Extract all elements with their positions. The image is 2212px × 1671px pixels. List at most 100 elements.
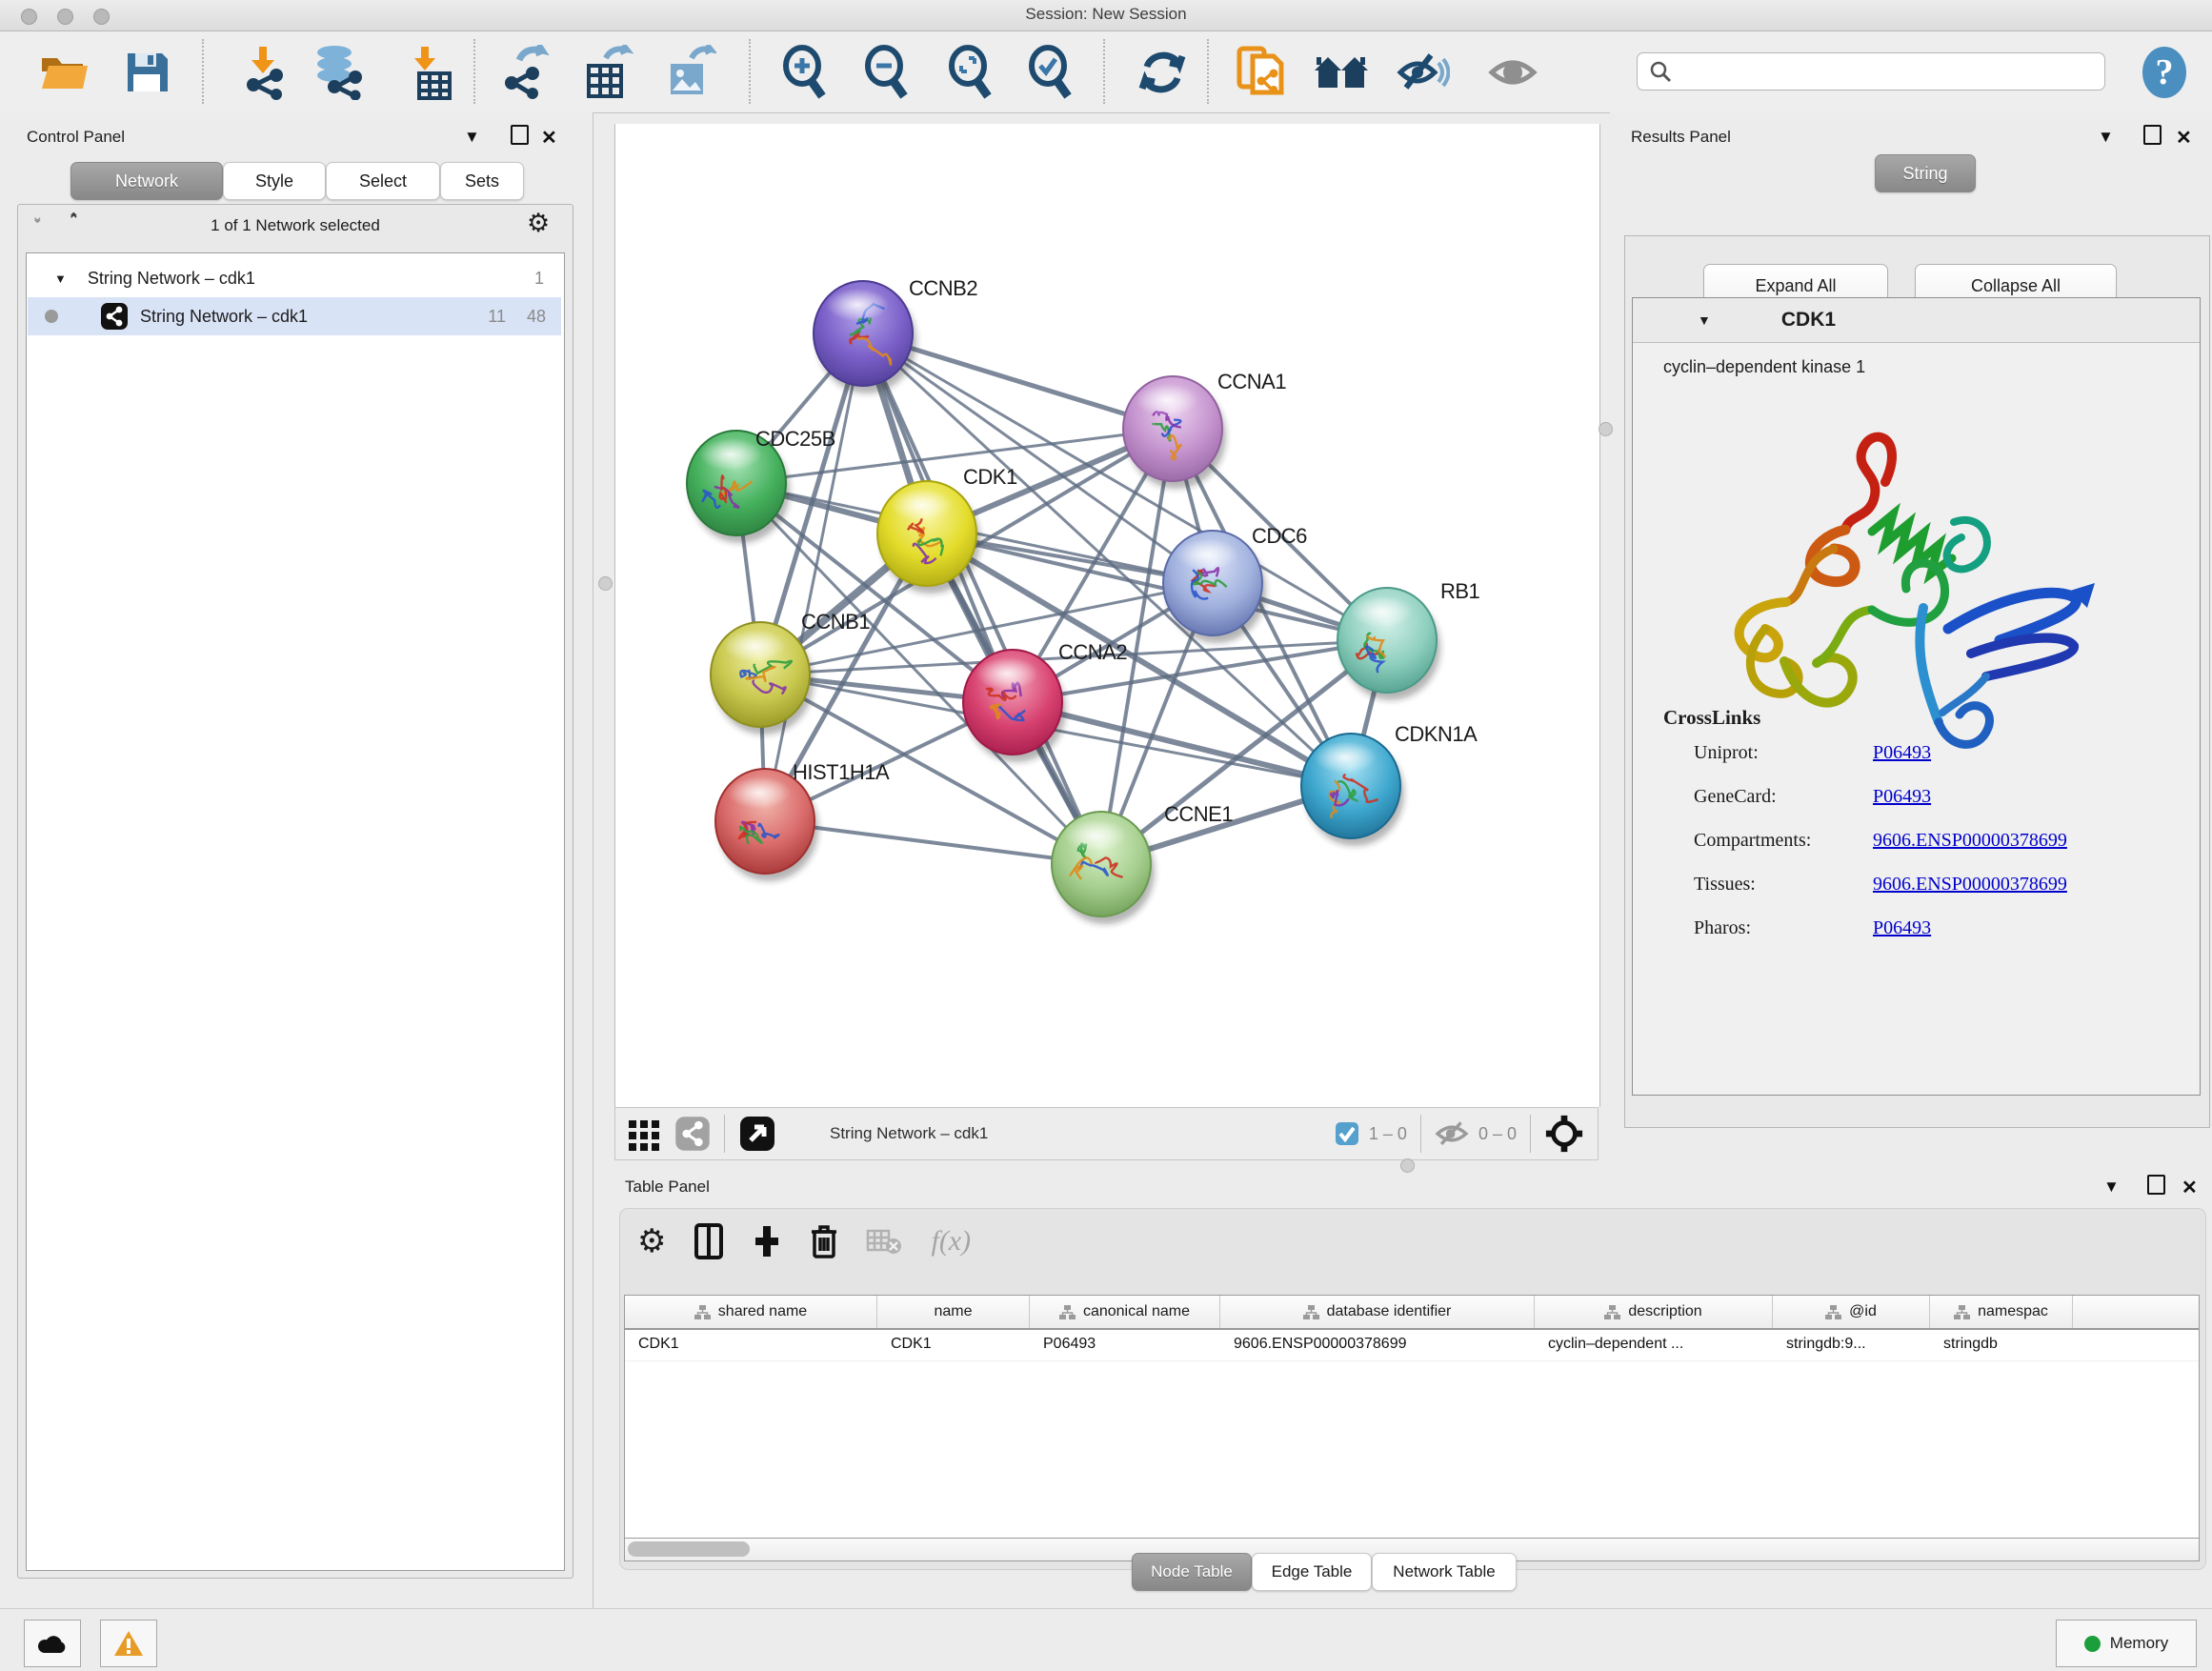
crosslink-link[interactable]: 9606.ENSP00000378699 xyxy=(1873,830,2067,852)
crosslink-label: Compartments: xyxy=(1694,830,1811,852)
network-node-CDKN1A[interactable]: CDKN1A xyxy=(1301,722,1478,846)
selected-checkbox-icon[interactable] xyxy=(1335,1121,1359,1146)
search-bar[interactable] xyxy=(1637,52,2105,91)
database-import-icon xyxy=(310,45,369,100)
zoom-out-button[interactable] xyxy=(855,43,916,102)
collapse-triangle-icon[interactable]: ▼ xyxy=(1698,312,1711,328)
zoom-in-button[interactable] xyxy=(774,43,835,102)
results-panel-maximize-button[interactable] xyxy=(2143,125,2162,150)
network-edge[interactable] xyxy=(927,534,1387,640)
column-header-name[interactable]: name xyxy=(877,1296,1030,1328)
apply-layout-button[interactable] xyxy=(1132,43,1193,102)
save-session-button[interactable] xyxy=(116,43,177,102)
crosshair-icon[interactable] xyxy=(1544,1114,1584,1154)
tab-node-table[interactable]: Node Table xyxy=(1132,1553,1252,1591)
zoom-selected-button[interactable] xyxy=(1019,43,1080,102)
import-table-icon xyxy=(404,45,453,100)
search-input[interactable] xyxy=(1672,61,2076,82)
tab-network-table[interactable]: Network Table xyxy=(1372,1553,1517,1591)
delete-column-trash-icon[interactable] xyxy=(811,1223,837,1259)
crosslink-link[interactable]: P06493 xyxy=(1873,786,1931,808)
column-type-icon xyxy=(1604,1305,1620,1319)
crosslink-link[interactable]: P06493 xyxy=(1873,917,1931,939)
import-network-from-database-button[interactable] xyxy=(309,43,370,102)
memory-button[interactable]: Memory xyxy=(2056,1620,2197,1667)
import-table-button[interactable] xyxy=(398,43,459,102)
network-view-share-icon[interactable] xyxy=(674,1116,711,1152)
network-view-title: String Network – cdk1 xyxy=(830,1124,988,1143)
column-header-database-identifier[interactable]: database identifier xyxy=(1220,1296,1535,1328)
show-glass-button[interactable] xyxy=(1482,43,1543,102)
import-network-button[interactable] xyxy=(234,43,295,102)
string-home-button[interactable] xyxy=(1311,43,1372,102)
table-row[interactable]: CDK1CDK1P064939606.ENSP00000378699cyclin… xyxy=(625,1330,2199,1361)
column-header--id[interactable]: @id xyxy=(1773,1296,1930,1328)
crosslinks-heading: CrossLinks xyxy=(1663,706,1760,730)
open-session-button[interactable] xyxy=(34,43,95,102)
table-panel-float-button[interactable]: ▼ xyxy=(2103,1178,2120,1197)
table-body: CDK1CDK1P064939606.ENSP00000378699cyclin… xyxy=(625,1330,2199,1361)
protein-card-header[interactable]: ▼ CDK1 xyxy=(1633,298,2200,343)
network-node-CDC6[interactable]: CDC6 xyxy=(1163,524,1307,643)
tab-string[interactable]: String xyxy=(1875,154,1976,192)
network-options-gear-icon[interactable]: ⚙ xyxy=(527,209,550,238)
table-toolbar: ⚙ f(x) xyxy=(637,1222,971,1260)
network-edge[interactable] xyxy=(863,333,1101,864)
cloud-status-button[interactable] xyxy=(24,1620,81,1667)
tab-sets[interactable]: Sets xyxy=(440,162,524,200)
export-network-button[interactable] xyxy=(495,43,556,102)
help-button[interactable]: ? xyxy=(2134,43,2195,102)
control-panel-maximize-button[interactable] xyxy=(511,125,529,150)
right-splitter-handle[interactable] xyxy=(1599,422,1613,436)
create-column-plus-icon[interactable] xyxy=(752,1224,782,1258)
horizontal-splitter-handle[interactable] xyxy=(1400,1158,1415,1173)
network-node-HIST1H1A[interactable]: HIST1H1A xyxy=(715,760,890,881)
column-header-namespac[interactable]: namespac xyxy=(1930,1296,2073,1328)
table-hscrollbar-thumb[interactable] xyxy=(628,1541,750,1557)
table-panel-close-button[interactable]: ✕ xyxy=(2182,1176,2198,1199)
collapse-triangle-icon[interactable]: ▼ xyxy=(54,272,67,286)
grid-view-icon[interactable] xyxy=(627,1117,661,1151)
network-node-CCNB2[interactable]: CCNB2 xyxy=(814,276,977,393)
network-node-RB1[interactable]: RB1 xyxy=(1337,579,1480,700)
left-splitter-handle[interactable] xyxy=(598,576,613,591)
toolbar-separator xyxy=(202,39,204,104)
column-header-canonical-name[interactable]: canonical name xyxy=(1030,1296,1220,1328)
network-node-CDC25B[interactable]: CDC25B xyxy=(687,427,835,543)
network-row[interactable]: String Network – cdk1 11 48 xyxy=(28,297,561,335)
network-node-CCNA1[interactable]: CCNA1 xyxy=(1123,370,1286,489)
tab-edge-table[interactable]: Edge Table xyxy=(1252,1553,1372,1591)
toolbar-separator xyxy=(1103,39,1105,104)
clone-network-button[interactable] xyxy=(1231,43,1292,102)
warnings-button[interactable] xyxy=(100,1620,157,1667)
help-icon: ? xyxy=(2141,46,2188,99)
export-image-button[interactable] xyxy=(659,43,720,102)
table-panel-maximize-button[interactable] xyxy=(2147,1175,2165,1199)
zoom-fit-button[interactable] xyxy=(939,43,1000,102)
tab-select[interactable]: Select xyxy=(326,162,440,200)
node-table[interactable]: shared namenamecanonical namedatabase id… xyxy=(624,1295,2200,1539)
network-graph[interactable]: CCNB2CCNA1CDC25BCDK1CDC6RB1CCNB1CCNA2CDK… xyxy=(615,124,1599,1107)
network-node-CCNE1[interactable]: CCNE1 xyxy=(1052,802,1233,924)
tab-style[interactable]: Style xyxy=(223,162,326,200)
zoom-fit-icon xyxy=(943,45,996,100)
network-edge[interactable] xyxy=(765,333,863,821)
table-settings-gear-icon[interactable]: ⚙ xyxy=(637,1222,666,1260)
results-panel-float-button[interactable]: ▼ xyxy=(2098,128,2114,147)
birds-eye-view-icon[interactable] xyxy=(738,1115,776,1153)
network-canvas[interactable]: CCNB2CCNA1CDC25BCDK1CDC6RB1CCNB1CCNA2CDK… xyxy=(614,124,1600,1107)
node-label: HIST1H1A xyxy=(793,760,890,784)
crosslink-link[interactable]: 9606.ENSP00000378699 xyxy=(1873,874,2067,896)
network-tree: ▼ String Network – cdk1 1 String Network… xyxy=(26,252,565,1571)
column-header-shared-name[interactable]: shared name xyxy=(625,1296,877,1328)
results-panel-close-button[interactable]: ✕ xyxy=(2176,126,2192,150)
control-panel-float-button[interactable]: ▼ xyxy=(464,128,480,147)
hide-glass-button[interactable] xyxy=(1393,43,1454,102)
tab-network[interactable]: Network xyxy=(70,162,223,200)
network-collection-row[interactable]: ▼ String Network – cdk1 1 xyxy=(28,259,561,297)
export-table-button[interactable] xyxy=(577,43,638,102)
show-columns-icon[interactable] xyxy=(694,1223,723,1259)
column-header-description[interactable]: description xyxy=(1535,1296,1773,1328)
crosslink-link[interactable]: P06493 xyxy=(1873,742,1931,764)
control-panel-close-button[interactable]: ✕ xyxy=(541,126,557,150)
